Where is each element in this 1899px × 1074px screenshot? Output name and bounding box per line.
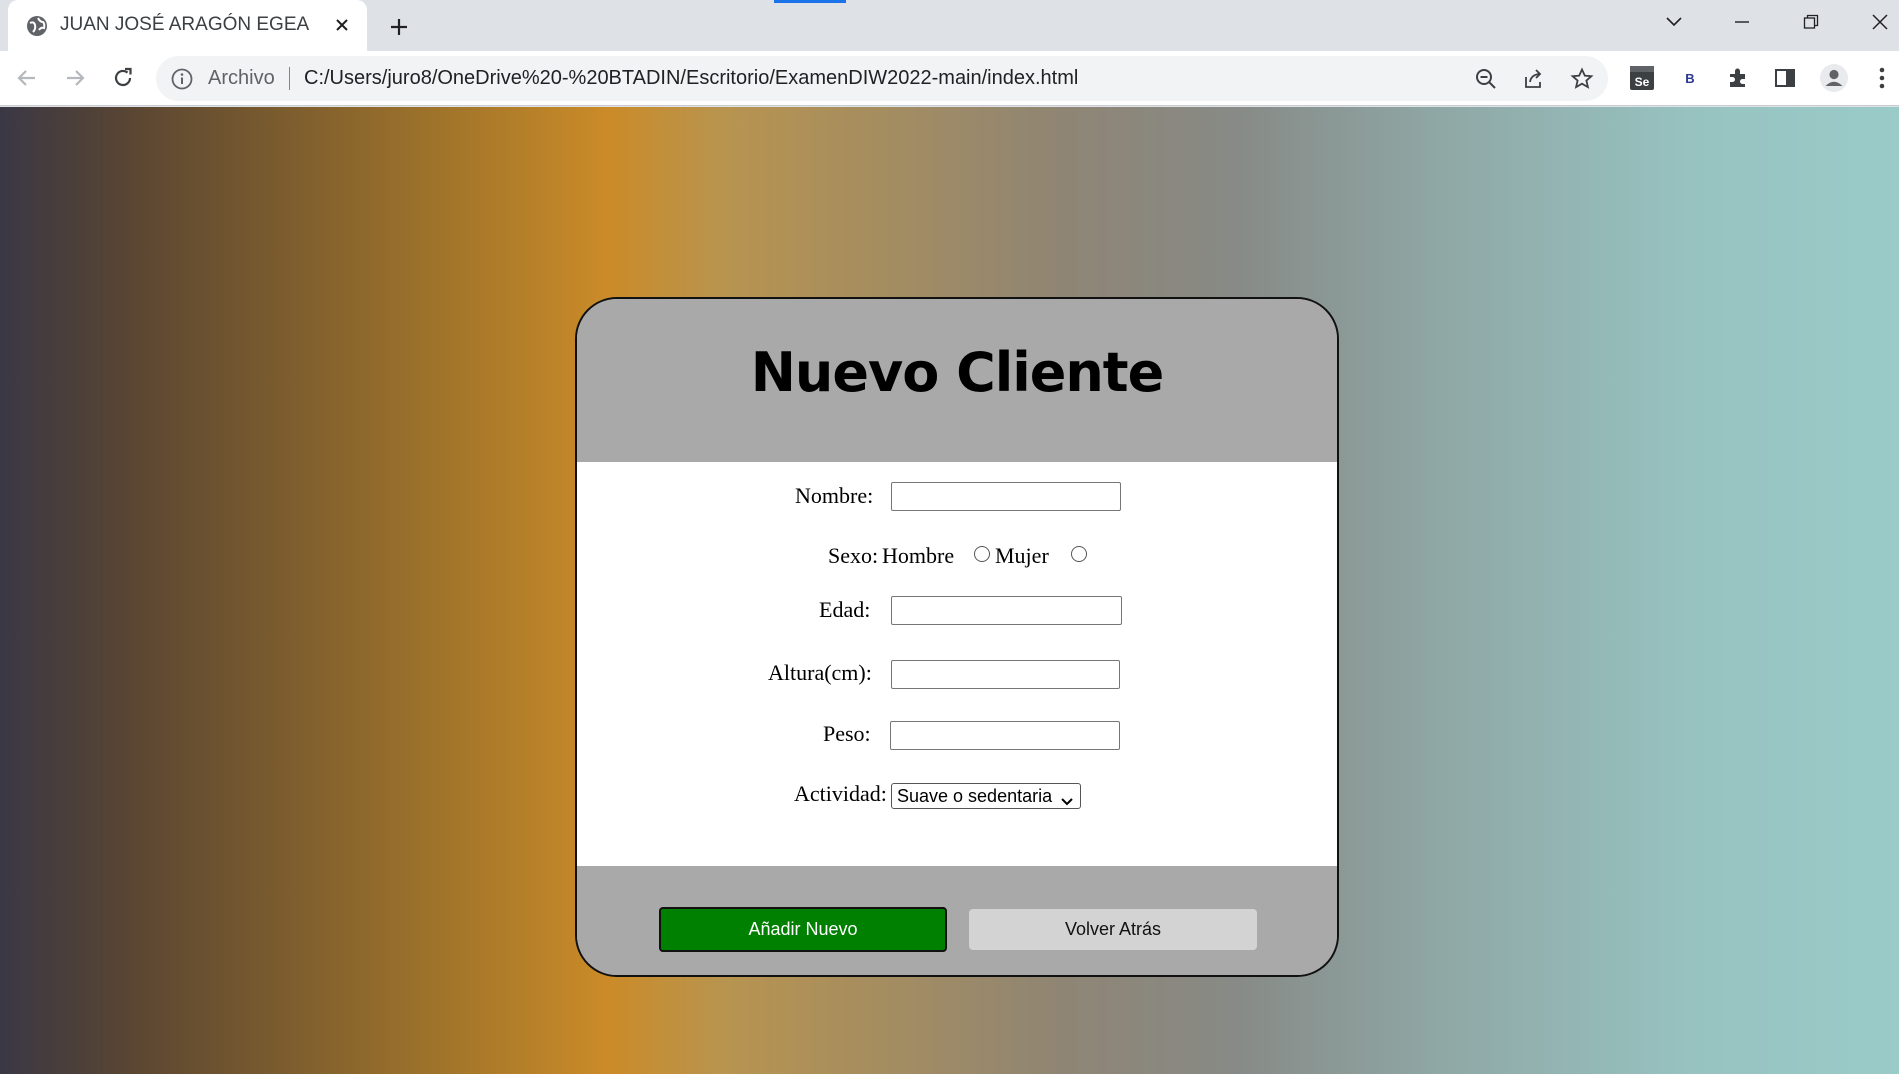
minimize-icon[interactable] [1724, 7, 1760, 37]
tab-title: JUAN JOSÉ ARAGÓN EGEA [60, 14, 310, 35]
add-new-button[interactable]: Añadir Nuevo [659, 907, 947, 952]
browser-toolbar: Archivo C:/Users/juro8/OneDrive%20-%20BT… [0, 51, 1899, 106]
selenium-extension-icon[interactable]: Se [1626, 62, 1658, 94]
scheme-label: Archivo [208, 67, 275, 89]
globe-icon [26, 15, 48, 37]
chevron-down-icon [1060, 790, 1074, 806]
zoom-icon[interactable] [1472, 65, 1500, 93]
form-title: Nuevo Cliente [750, 341, 1165, 404]
browser-tab[interactable]: JUAN JOSÉ ARAGÓN EGEA [8, 0, 367, 51]
nombre-input[interactable] [891, 482, 1121, 511]
altura-input[interactable] [891, 660, 1120, 689]
tab-loading-indicator [774, 0, 846, 3]
actividad-selected-value: Suave o sedentaria [897, 786, 1053, 806]
client-form-card: Nuevo Cliente Nombre: Sexo: Hombre Mujer… [575, 297, 1339, 977]
bookmark-star-icon[interactable] [1568, 65, 1596, 93]
peso-input[interactable] [890, 721, 1120, 750]
svg-text:Se: Se [1635, 75, 1650, 89]
sexo-mujer-label: Mujer [995, 543, 1049, 568]
info-icon[interactable] [170, 67, 194, 91]
url-text[interactable]: C:/Users/juro8/OneDrive%20-%20BTADIN/Esc… [304, 67, 1078, 90]
b-extension-icon[interactable]: B [1674, 62, 1706, 94]
close-window-icon[interactable] [1862, 7, 1898, 37]
sexo-hombre-label: Hombre [882, 543, 955, 568]
forward-arrow-icon[interactable] [57, 60, 93, 96]
browser-tabstrip: JUAN JOSÉ ARAGÓN EGEA [0, 0, 1899, 51]
sexo-label: Sexo: [828, 543, 879, 568]
back-arrow-icon[interactable] [9, 60, 45, 96]
tab-search-icon[interactable] [1656, 7, 1692, 37]
share-icon[interactable] [1520, 65, 1548, 93]
extensions-puzzle-icon[interactable] [1722, 62, 1754, 94]
sexo-hombre-radio[interactable] [974, 546, 990, 562]
sexo-mujer-radio[interactable] [1071, 546, 1087, 562]
profile-avatar-icon[interactable] [1818, 62, 1850, 94]
peso-label: Peso: [823, 721, 871, 746]
page-viewport: Nuevo Cliente Nombre: Sexo: Hombre Mujer… [0, 107, 1899, 1074]
close-tab-icon[interactable] [328, 11, 356, 39]
actividad-label: Actividad: [794, 781, 887, 806]
actividad-select[interactable]: Suave o sedentaria [891, 783, 1081, 809]
omnibox-divider [289, 67, 290, 90]
address-bar[interactable]: Archivo C:/Users/juro8/OneDrive%20-%20BT… [156, 56, 1608, 101]
edad-label: Edad: [819, 597, 871, 622]
nombre-label: Nombre: [795, 483, 874, 508]
go-back-button[interactable]: Volver Atrás [969, 909, 1257, 950]
side-panel-icon[interactable] [1769, 62, 1801, 94]
new-tab-icon[interactable] [383, 11, 415, 43]
form-footer: Añadir Nuevo Volver Atrás [577, 866, 1337, 975]
reload-icon[interactable] [105, 60, 141, 96]
altura-label: Altura(cm): [768, 660, 872, 685]
restore-icon[interactable] [1793, 7, 1829, 37]
form-body: Nombre: Sexo: Hombre Mujer Edad: Altura(… [577, 462, 1337, 866]
menu-kebab-icon[interactable] [1866, 62, 1898, 94]
form-header: Nuevo Cliente [577, 299, 1337, 462]
b-extension-letter: B [1685, 70, 1695, 86]
edad-input[interactable] [891, 596, 1122, 625]
